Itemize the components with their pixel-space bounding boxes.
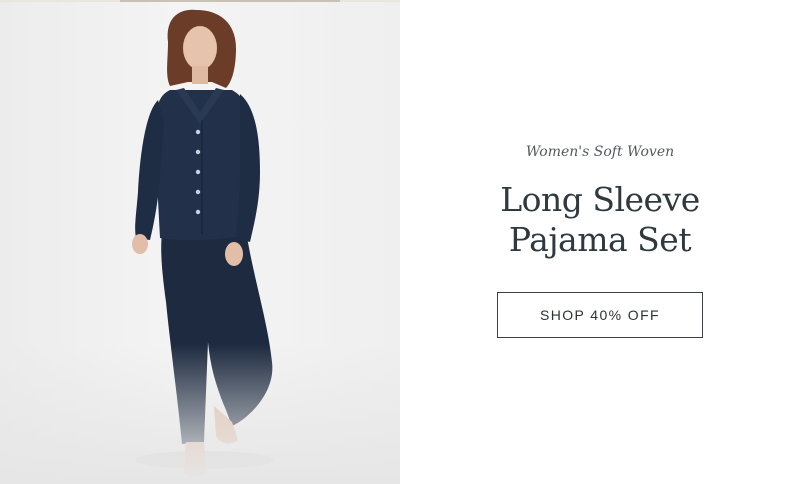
shop-button-label: SHOP 40% OFF [539,307,661,323]
shop-button[interactable]: SHOP 40% OFF [497,292,703,338]
shirt-button [195,149,201,155]
neck [192,66,208,84]
hand-right [225,242,243,266]
photo-floor-shadow [0,344,400,484]
product-photo[interactable] [0,2,400,484]
face [183,26,217,70]
product-title: Long Sleeve Pajama Set [400,180,800,260]
shirt-button [195,129,201,135]
product-title-line: Long Sleeve [500,180,700,219]
hand-left [132,234,148,254]
shirt-button [195,169,201,175]
shirt-button [195,189,201,195]
product-title-line: Pajama Set [508,220,692,259]
promo-panel: Women's Soft Woven Long Sleeve Pajama Se… [400,0,800,484]
shirt-button [195,209,201,215]
product-category-label: Women's Soft Woven [525,144,675,160]
